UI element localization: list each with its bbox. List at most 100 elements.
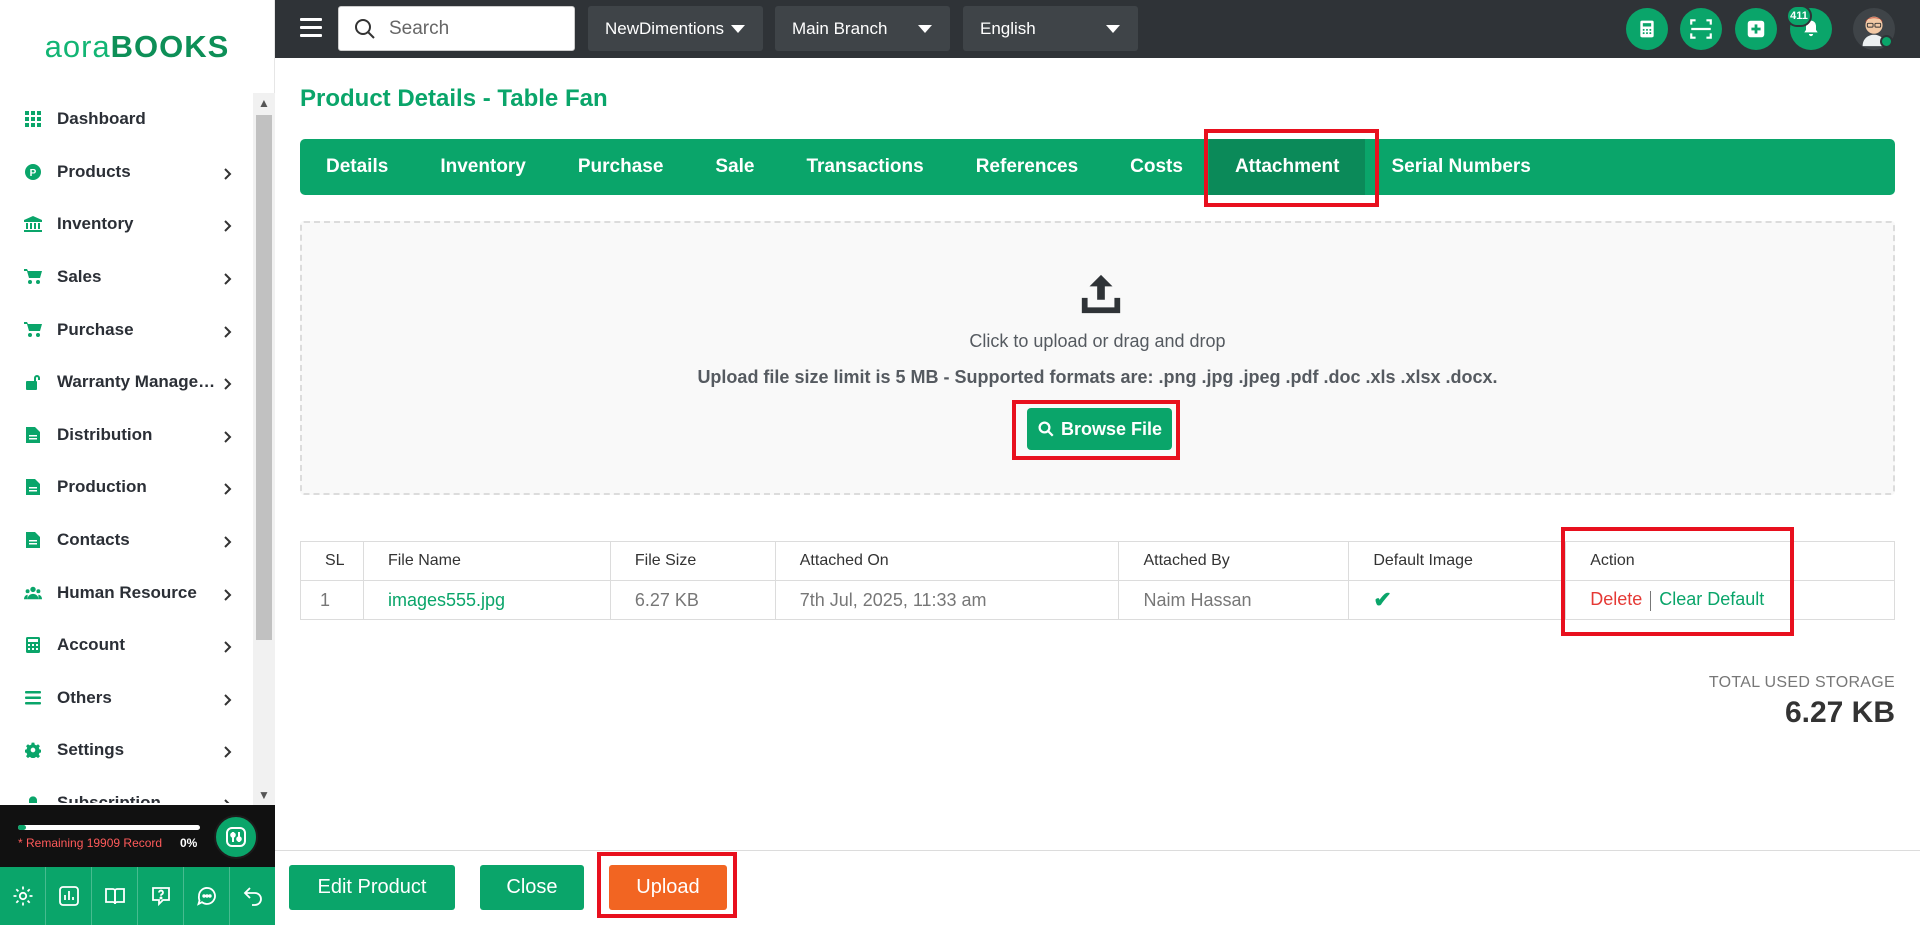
undo-icon (243, 887, 262, 906)
sidebar-item-label: Sales (57, 267, 102, 287)
bank-icon (24, 215, 42, 233)
checkmark-icon: ✔ (1373, 587, 1392, 612)
notification-count-badge: 411 (1786, 5, 1812, 27)
sidebar-item-warranty-management[interactable]: Warranty Management (0, 356, 253, 409)
gear-icon (13, 886, 32, 906)
cell-file-size: 6.27 KB (609, 580, 776, 620)
sidebar-item-production[interactable]: Production (0, 461, 253, 514)
sidebar-item-label: Products (57, 161, 131, 181)
tab-inventory[interactable]: Inventory (414, 139, 552, 195)
chevron-right-icon (223, 219, 233, 233)
table-header-row: SL File Name File Size Attached On Attac… (300, 541, 1895, 581)
chevron-right-icon (223, 535, 233, 548)
help-tool-button[interactable] (138, 867, 184, 925)
delete-attachment-link[interactable]: Delete (1590, 589, 1642, 609)
scroll-down-icon[interactable]: ▼ (256, 787, 272, 803)
storage-value: 6.27 KB (1784, 696, 1895, 729)
upload-dropzone[interactable]: Click to upload or drag and drop Upload … (300, 221, 1895, 495)
cell-sl: 1 (300, 580, 364, 620)
file-name-link[interactable]: images555.jpg (362, 580, 611, 620)
menu-toggle-icon[interactable] (300, 18, 322, 38)
column-header-file-size: File Size (609, 541, 776, 581)
tab-sale[interactable]: Sale (689, 139, 780, 195)
logo-text-light: aora (44, 28, 111, 64)
language-dropdown[interactable]: English (963, 6, 1138, 51)
chevron-right-icon (223, 745, 233, 759)
page-title: Product Details - Table Fan (300, 85, 608, 112)
search-box[interactable] (338, 6, 575, 51)
sidebar-item-settings[interactable]: Settings (0, 724, 253, 777)
browse-file-button[interactable]: Browse File (1027, 408, 1172, 450)
close-button[interactable]: Close (480, 865, 584, 910)
company-dropdown[interactable]: NewDimentions (588, 6, 763, 51)
sidebar-item-purchase[interactable]: Purchase (0, 303, 253, 356)
chevron-down-icon (731, 25, 745, 33)
settings-tool-button[interactable] (0, 867, 46, 925)
scan-button[interactable] (1680, 8, 1722, 50)
column-header-attached-on: Attached On (774, 541, 1120, 581)
sidebar-item-others[interactable]: Others (0, 672, 253, 725)
chevron-right-icon (223, 377, 233, 390)
cell-action: Delete Clear Default (1565, 580, 1895, 620)
sidebar-item-contacts[interactable]: Contacts (0, 514, 253, 567)
upload-instructions: Click to upload or drag and drop (969, 331, 1226, 351)
chat-icon (196, 887, 216, 906)
sidebar-item-products[interactable]: P Products (0, 146, 253, 199)
tab-serial-numbers[interactable]: Serial Numbers (1365, 139, 1556, 195)
tab-attachment[interactable]: Attachment (1208, 139, 1366, 195)
cell-attached-on: 7th Jul, 2025, 11:33 am (774, 580, 1120, 620)
tab-purchase[interactable]: Purchase (552, 139, 690, 195)
unlock-icon (24, 373, 42, 391)
quick-add-button[interactable] (1735, 8, 1777, 50)
upgrade-plan-button[interactable] (214, 815, 258, 859)
tab-details[interactable]: Details (300, 139, 414, 195)
online-status-dot (1880, 35, 1893, 48)
book-icon (104, 888, 125, 905)
plus-square-icon (1747, 20, 1765, 38)
record-quota-text: * Remaining 19909 Record (18, 836, 163, 850)
sidebar-item-distribution[interactable]: Distribution (0, 409, 253, 462)
upload-button[interactable]: Upload (609, 865, 727, 910)
logo-text-bold: BOOKS (110, 28, 230, 64)
sidebar-item-label: Production (57, 477, 147, 497)
sidebar-item-label: Warranty Management (57, 372, 223, 392)
document-icon (24, 531, 42, 549)
sidebar-item-account[interactable]: Account (0, 619, 253, 672)
app-logo[interactable]: aora BOOKS (0, 0, 274, 93)
grid-icon (24, 110, 42, 128)
branch-dropdown[interactable]: Main Branch (775, 6, 950, 51)
sidebar-item-sales[interactable]: Sales (0, 251, 253, 304)
sidebar-item-label: Others (57, 687, 112, 707)
chevron-right-icon (223, 640, 233, 653)
sidebar-item-dashboard[interactable]: Dashboard (0, 93, 253, 146)
document-icon (24, 426, 42, 444)
tab-references[interactable]: References (950, 139, 1104, 195)
search-input[interactable] (389, 17, 549, 40)
calculator-icon (1640, 20, 1654, 38)
sidebar-item-inventory[interactable]: Inventory (0, 198, 253, 251)
calculator-icon (24, 636, 42, 654)
search-icon (355, 18, 375, 39)
calculator-button[interactable] (1626, 8, 1668, 50)
table-row: 1 images555.jpg 6.27 KB 7th Jul, 2025, 1… (300, 580, 1895, 620)
sliders-icon (226, 827, 246, 847)
reports-tool-button[interactable] (46, 867, 92, 925)
sidebar-item-label: Settings (57, 740, 125, 760)
column-header-sl: SL (300, 541, 364, 581)
edit-product-button[interactable]: Edit Product (289, 865, 455, 910)
tab-costs[interactable]: Costs (1104, 139, 1209, 195)
scanner-icon (1690, 19, 1712, 39)
tab-transactions[interactable]: Transactions (780, 139, 949, 195)
sidebar-menu: Dashboard P Products Inventory Sales Purchase… (0, 93, 253, 803)
back-tool-button[interactable] (230, 867, 275, 925)
clear-default-link[interactable]: Clear Default (1659, 589, 1764, 609)
guide-tool-button[interactable] (92, 867, 138, 925)
sidebar-scroll-thumb[interactable] (256, 115, 272, 640)
action-divider (1650, 590, 1652, 611)
sidebar-item-subscription[interactable]: Subscription (0, 777, 253, 803)
chat-tool-button[interactable] (184, 867, 230, 925)
search-icon (1038, 421, 1054, 437)
storage-label: TOTAL USED STORAGE (1708, 674, 1895, 691)
scroll-up-icon[interactable]: ▲ (256, 95, 272, 111)
sidebar-item-human-resource[interactable]: Human Resource (0, 566, 253, 619)
